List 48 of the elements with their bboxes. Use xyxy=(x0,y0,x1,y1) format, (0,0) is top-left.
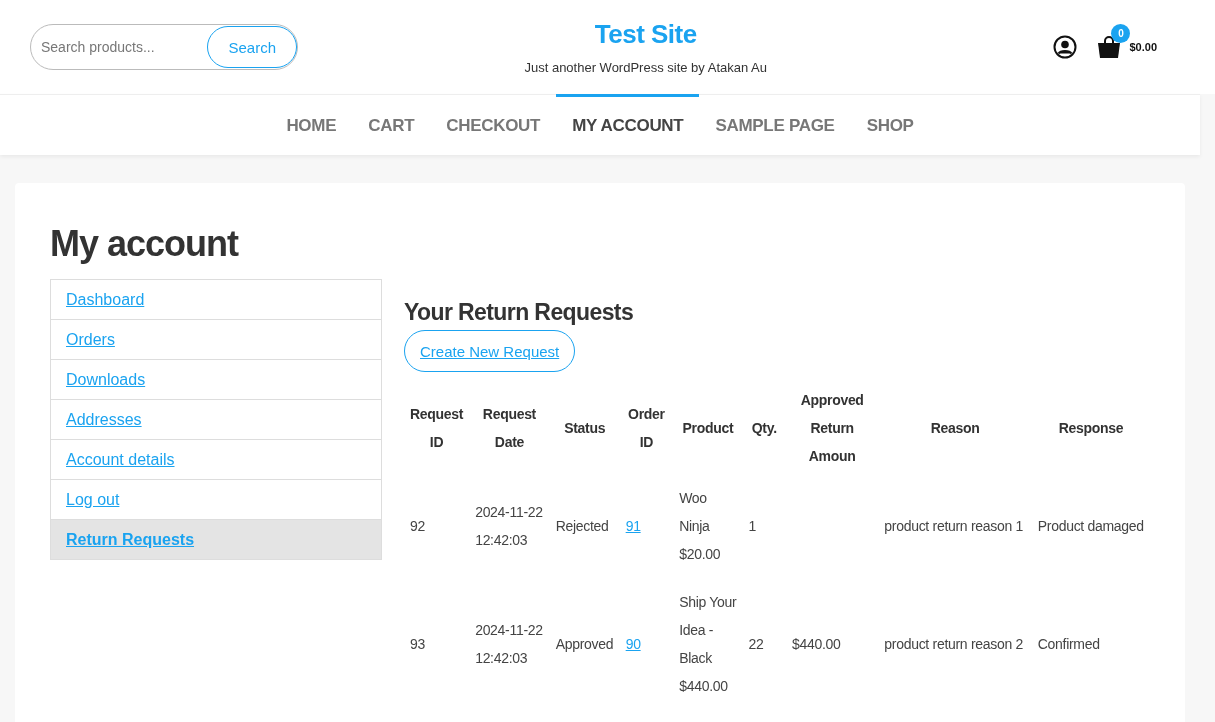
column-header: Product xyxy=(681,419,735,438)
nav-link[interactable]: CHECKOUT xyxy=(430,94,557,155)
account-menu-item[interactable]: Addresses xyxy=(51,399,381,439)
table-cell-text: Product damaged xyxy=(1036,517,1145,536)
nav-link[interactable]: SAMPLE PAGE xyxy=(699,94,851,155)
column-header: Request ID xyxy=(409,405,465,452)
page-title: My account xyxy=(50,223,240,265)
create-request-button[interactable]: Create New Request xyxy=(404,330,576,372)
table-cell-text: Woo Ninja $20.00 xyxy=(678,489,722,564)
site-title[interactable]: Test Site xyxy=(594,19,697,50)
table-cell-text: 1 xyxy=(747,517,758,536)
column-header: Order ID xyxy=(627,405,666,452)
table-cell-text: 2024-11-22 12:42:03 xyxy=(474,621,544,668)
cart-total[interactable]: $0.00 xyxy=(1129,41,1157,53)
cart-count-badge: 0 xyxy=(1111,24,1131,43)
table-cell-text: Rejected xyxy=(554,517,610,536)
order-link[interactable]: 90 xyxy=(625,636,641,652)
account-icon[interactable] xyxy=(1053,35,1078,59)
table-cell-text: 92 xyxy=(409,517,426,536)
section-title: Your Return Requests xyxy=(404,299,635,326)
account-menu-item[interactable]: Return Requests xyxy=(51,519,381,559)
table-cell-text: 22 xyxy=(747,635,765,654)
account-menu-item[interactable]: Downloads xyxy=(51,359,381,399)
table-cell-text: 2024-11-22 12:42:03 xyxy=(474,503,544,550)
column-header: Qty. xyxy=(750,419,778,438)
table-cell-text: Ship Your Idea - Black $440.00 xyxy=(678,593,738,696)
shopping-bag-icon[interactable] xyxy=(1097,36,1122,58)
account-menu-item[interactable]: Dashboard xyxy=(51,280,381,319)
nav-link[interactable]: HOME xyxy=(270,94,353,155)
account-menu-item[interactable]: Account details xyxy=(51,439,381,479)
table-cell-text: product return reason 2 xyxy=(883,635,1024,654)
table-cell-text: $440.00 xyxy=(791,635,842,654)
table-cell-text: Confirmed xyxy=(1036,635,1101,654)
nav-link[interactable]: CART xyxy=(352,94,431,155)
column-header: Status xyxy=(563,419,607,438)
column-header: Response xyxy=(1057,419,1125,438)
order-link[interactable]: 91 xyxy=(625,518,641,534)
nav-link[interactable]: SHOP xyxy=(850,94,930,155)
column-header: Request Date xyxy=(481,405,537,452)
search-button[interactable]: Search xyxy=(207,26,297,68)
table-cell-text: Approved xyxy=(554,635,615,654)
column-header: Reason xyxy=(929,419,981,438)
column-header: Approved Return Amoun xyxy=(799,391,865,466)
table-cell-text: 93 xyxy=(409,635,426,654)
table-cell-text: product return reason 1 xyxy=(883,517,1024,536)
nav-link[interactable]: MY ACCOUNT xyxy=(556,94,700,155)
account-menu-item[interactable]: Orders xyxy=(51,319,381,359)
site-tagline: Just another WordPress site by Atakan Au xyxy=(524,60,767,75)
